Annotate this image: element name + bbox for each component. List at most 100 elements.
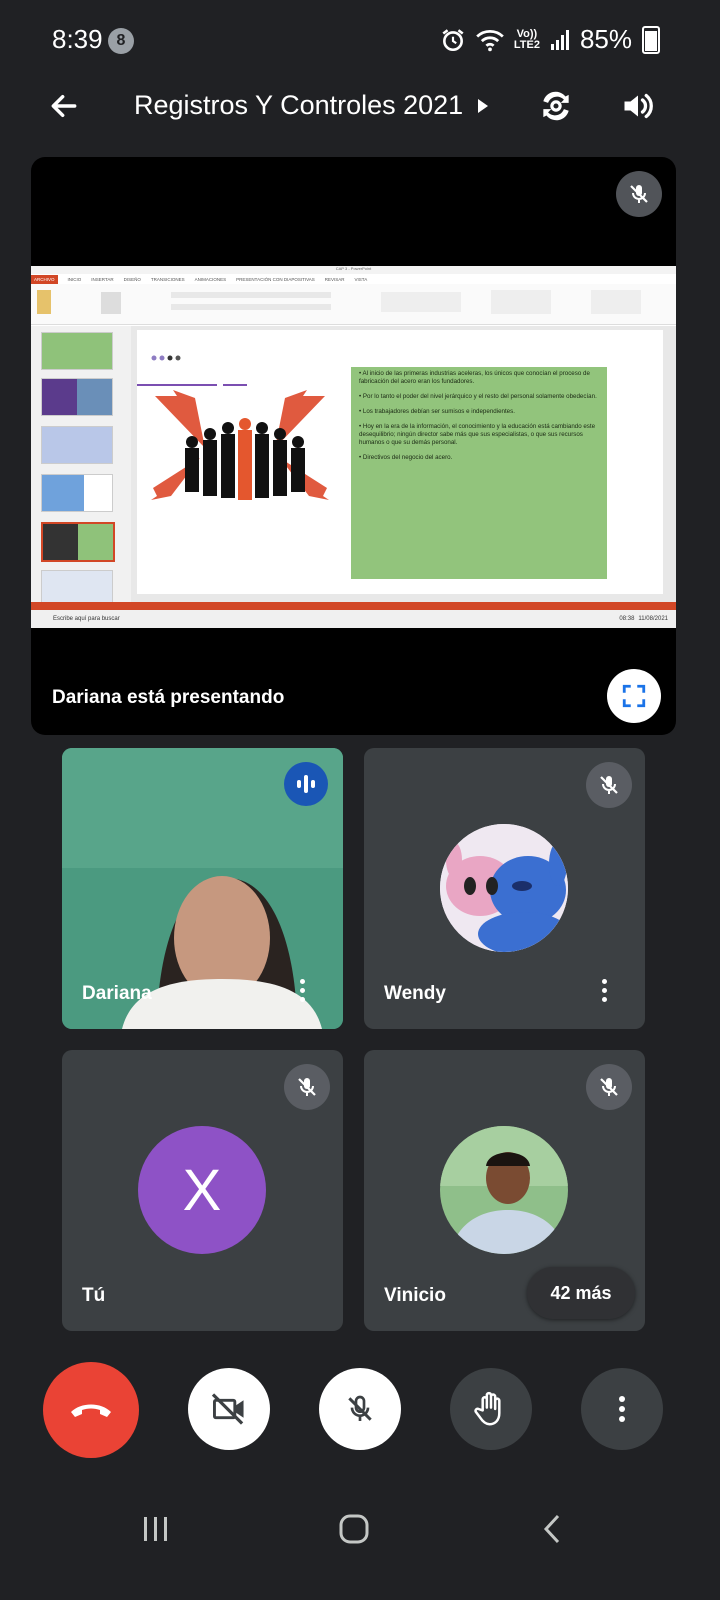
avatar [440, 824, 568, 952]
back-button[interactable] [44, 86, 84, 126]
shared-screen: CAP 3 - PowerPoint ARCHIVO INICIO INSERT… [31, 266, 676, 628]
participant-tile-self[interactable]: X Tú [62, 1050, 343, 1331]
ribbon-tab: PRESENTACIÓN CON DIAPOSITIVAS [236, 276, 315, 282]
participant-tile-dariana[interactable]: Dariana [62, 748, 343, 1029]
avatar [440, 1126, 568, 1254]
speaker-icon [624, 93, 653, 119]
meeting-title-button[interactable]: Registros Y Controles 2021 [134, 90, 489, 121]
slide-bullet: Directivos del negocio del acero. [362, 454, 453, 461]
ribbon-tab: INICIO [67, 276, 82, 282]
switch-camera-icon [543, 91, 569, 121]
participant-options-button[interactable] [592, 970, 616, 1010]
slide-bullet: Al inicio de las primeras industrias ace… [359, 370, 590, 385]
format-controls [171, 304, 331, 310]
raise-hand-button[interactable] [450, 1368, 532, 1450]
home-icon [339, 1514, 369, 1544]
mic-off-icon [298, 1078, 316, 1096]
slide-thumbnail [41, 474, 113, 512]
ribbon-tab: ARCHIVO [31, 274, 58, 284]
participant-name: Tú [82, 1285, 106, 1306]
presentation-tile[interactable]: CAP 3 - PowerPoint ARCHIVO INICIO INSERT… [31, 157, 676, 735]
taskbar-time: 08:38 [619, 616, 635, 622]
back-nav-button[interactable] [522, 1504, 582, 1554]
slide-thumbnail-active [41, 522, 115, 562]
play-arrow-icon [478, 98, 489, 113]
recent-apps-button[interactable] [126, 1504, 186, 1554]
hang-up-icon [71, 1404, 111, 1417]
shapes-gallery [381, 292, 461, 312]
camera-off-icon [211, 1393, 244, 1425]
participant-name: Wendy [384, 983, 446, 1004]
mic-off-icon [600, 1078, 618, 1096]
network-label-bottom: LTE2 [513, 38, 540, 51]
slide-line [137, 384, 217, 386]
speaking-indicator [284, 762, 328, 806]
slide-dots [151, 348, 181, 361]
camera-toggle-button[interactable] [188, 1368, 270, 1450]
participant-tile-wendy[interactable]: Wendy [364, 748, 645, 1029]
profile-photo [440, 1126, 568, 1254]
window-title: CAP 3 - PowerPoint [31, 266, 676, 274]
more-participants-button[interactable]: 42 más [527, 1267, 635, 1319]
status-time: 8:39 [52, 24, 103, 54]
taskbar-date: 11/08/2021 [638, 616, 668, 622]
signal-icon [550, 29, 569, 50]
ribbon-tab: DISEÑO [123, 276, 141, 282]
slide-bullet: Hoy en la era de la información, el cono… [359, 423, 596, 446]
more-vert-icon [619, 1396, 625, 1422]
meeting-title: Registros Y Controles 2021 [134, 90, 464, 120]
dots-decoration [151, 355, 181, 361]
slide-bullet: Los trabajadores debían ser sumisos e in… [362, 408, 515, 415]
taskbar-search: Escribe aquí para buscar [53, 616, 120, 622]
ribbon-tab: VISTA [354, 276, 368, 282]
mic-off-icon [348, 1395, 372, 1421]
wifi-icon [476, 29, 504, 51]
slide-thumbnail [41, 332, 113, 370]
home-button[interactable] [324, 1504, 384, 1554]
paste-icon [37, 290, 51, 314]
mic-off-icon [600, 776, 618, 794]
new-slide-icon [101, 292, 121, 314]
ribbon-toolbar [31, 284, 676, 325]
recent-apps-icon [144, 1517, 167, 1541]
windows-taskbar: Escribe aquí para buscar 08:38 11/08/202… [31, 610, 676, 628]
slide-thumbnail [41, 378, 113, 416]
participant-name: Dariana [82, 983, 152, 1004]
fullscreen-button[interactable] [607, 669, 661, 723]
switch-camera-button[interactable] [534, 84, 578, 128]
audio-output-button[interactable] [616, 84, 660, 128]
styles-gallery [491, 290, 551, 314]
powerpoint-status-bar [31, 602, 676, 610]
ribbon-tab: INSERTAR [91, 276, 114, 282]
more-options-button[interactable] [581, 1368, 663, 1450]
slide-line [223, 384, 247, 386]
network-label: Vo)) LTE2 [513, 27, 540, 51]
ribbon-tab: REVISAR [324, 276, 345, 282]
slide-canvas: • Al inicio de las primeras industrias a… [131, 326, 676, 602]
stitch-avatar-image [440, 824, 568, 952]
current-slide: • Al inicio de las primeras industrias a… [137, 330, 663, 594]
notification-count-badge: 8 [108, 28, 134, 54]
fullscreen-icon [622, 684, 646, 708]
mic-off-icon [630, 185, 648, 203]
muted-indicator [586, 762, 632, 808]
editing-group [591, 290, 641, 314]
participant-name: Vinicio [384, 1285, 446, 1306]
chevron-left-icon [543, 1514, 560, 1544]
battery-percent: 85% [579, 24, 632, 54]
font-controls [171, 292, 331, 298]
ribbon-tab: TRANSICIONES [150, 276, 185, 282]
ribbon-tab: ANIMACIONES [194, 276, 227, 282]
participant-options-button[interactable] [290, 970, 314, 1010]
business-people-image [151, 390, 329, 500]
audio-level-icon [297, 775, 315, 793]
slide-thumbnails [31, 326, 132, 608]
microphone-toggle-button[interactable] [319, 1368, 401, 1450]
end-call-button[interactable] [43, 1362, 139, 1458]
battery-icon [642, 25, 660, 54]
muted-indicator [586, 1064, 632, 1110]
status-icons: Vo)) LTE2 85% [440, 24, 660, 55]
arrow-left-icon [51, 94, 77, 118]
network-label-top: Vo)) [516, 27, 538, 40]
slide-thumbnail [41, 426, 113, 464]
